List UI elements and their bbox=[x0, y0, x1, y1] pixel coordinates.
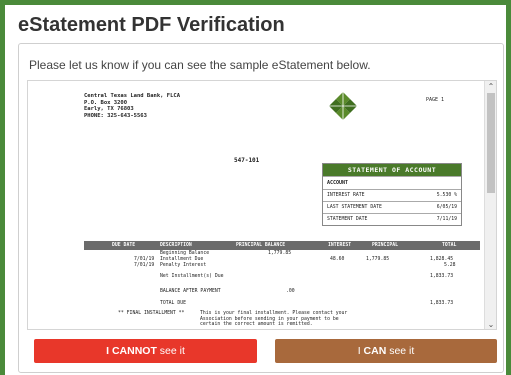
account-number: 547-101 bbox=[234, 157, 260, 164]
line-after-desc: BALANCE AFTER PAYMENT bbox=[160, 289, 221, 294]
col-principal: PRINCIPAL bbox=[372, 243, 398, 248]
soa-row-value: 6/05/19 bbox=[436, 205, 457, 210]
line-beginning-desc: Beginning Balance bbox=[160, 251, 210, 256]
soa-row: LAST STATEMENT DATE 6/05/19 bbox=[323, 201, 461, 213]
soa-title: STATEMENT OF ACCOUNT bbox=[323, 164, 461, 176]
bank-address-block: Central Texas Land Bank, FLCA P.O. Box 3… bbox=[84, 93, 180, 119]
scroll-thumb[interactable] bbox=[487, 93, 495, 193]
pdf-viewer[interactable]: Central Texas Land Bank, FLCA P.O. Box 3… bbox=[27, 80, 497, 330]
line-installment-interest: 48.60 bbox=[330, 257, 345, 262]
soa-row-label: INTEREST RATE bbox=[327, 193, 365, 198]
line-after-balance: .00 bbox=[286, 289, 295, 294]
soa-account-label: ACCOUNT bbox=[327, 180, 349, 186]
soa-row: STATEMENT DATE 7/11/19 bbox=[323, 213, 461, 225]
line-installment-date: 7/01/19 bbox=[134, 257, 155, 262]
soa-row-label: LAST STATEMENT DATE bbox=[327, 205, 382, 210]
col-principal-balance: PRINCIPAL BALANCE bbox=[236, 243, 286, 248]
soa-row-value: 7/11/19 bbox=[436, 217, 457, 222]
viewer-scrollbar[interactable]: ⌃ ⌄ bbox=[484, 81, 496, 329]
line-installment-total: 1,828.45 bbox=[430, 257, 454, 262]
line-net-desc: Net Installment(s) Due bbox=[160, 274, 224, 279]
col-interest: INTEREST bbox=[328, 243, 352, 248]
soa-account-row: ACCOUNT bbox=[323, 176, 461, 189]
can-see-button[interactable]: I CAN see it bbox=[275, 339, 497, 363]
page-title: eStatement PDF Verification bbox=[18, 14, 285, 36]
instruction-text: Please let us know if you can see the sa… bbox=[29, 58, 371, 72]
line-installment-principal: 1,779.85 bbox=[366, 257, 390, 262]
scroll-up-icon[interactable]: ⌃ bbox=[485, 81, 496, 93]
page-number: PAGE 1 bbox=[426, 97, 445, 103]
final-installment-label: ** FINAL INSTALLMENT ** bbox=[118, 311, 185, 316]
soa-row-value: 5.530 % bbox=[436, 193, 457, 198]
bank-logo-icon bbox=[329, 92, 357, 120]
line-total-amount: 1,833.73 bbox=[430, 301, 454, 306]
line-net-total: 1,833.73 bbox=[430, 274, 454, 279]
verification-card: eStatement PDF Verification Please let u… bbox=[5, 5, 506, 375]
statement-of-account-box: STATEMENT OF ACCOUNT ACCOUNT INTEREST RA… bbox=[322, 163, 462, 226]
transactions-header: DUE DATE DESCRIPTION PRINCIPAL BALANCE I… bbox=[84, 241, 480, 250]
scroll-down-icon[interactable]: ⌄ bbox=[485, 319, 496, 329]
line-beginning-balance: 1,779.85 bbox=[268, 251, 292, 256]
soa-row: INTEREST RATE 5.530 % bbox=[323, 189, 461, 201]
line-installment-desc: Installment Due bbox=[160, 257, 204, 262]
soa-row-label: STATEMENT DATE bbox=[327, 217, 368, 222]
cannot-see-rest: see it bbox=[156, 345, 185, 357]
cannot-see-strong: I CANNOT bbox=[106, 345, 157, 357]
line-penalty-date: 7/01/19 bbox=[134, 263, 155, 268]
bank-name: Central Texas Land Bank, FLCA bbox=[84, 93, 181, 99]
line-total-desc: TOTAL DUE bbox=[160, 301, 186, 306]
can-see-rest: see it bbox=[386, 345, 415, 357]
line-penalty-desc: Penalty Interest bbox=[160, 263, 207, 268]
bank-phone: PHONE: 325-643-5563 bbox=[84, 112, 147, 119]
col-total: TOTAL bbox=[442, 243, 457, 248]
col-due-date: DUE DATE bbox=[112, 243, 136, 248]
line-penalty-total: 5.28 bbox=[444, 263, 456, 268]
final-installment-text3: certain the correct amount is remitted. bbox=[200, 322, 313, 327]
can-see-strong: CAN bbox=[363, 345, 387, 357]
verification-panel: Please let us know if you can see the sa… bbox=[18, 43, 504, 373]
col-description: DESCRIPTION bbox=[160, 243, 192, 248]
cannot-see-button[interactable]: I CANNOT see it bbox=[34, 339, 257, 363]
statement-document: Central Texas Land Bank, FLCA P.O. Box 3… bbox=[28, 81, 486, 329]
